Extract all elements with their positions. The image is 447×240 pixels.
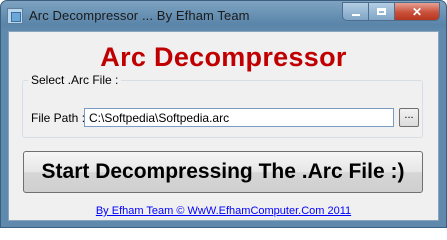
maximize-icon [377,8,386,15]
minimize-button[interactable] [342,2,369,21]
maximize-button[interactable] [369,2,395,21]
main-panel: Arc Decompressor Select .Arc File : File… [8,31,439,221]
window-controls: ✕ [342,2,440,21]
minimize-icon [351,13,360,16]
app-heading: Arc Decompressor [100,42,347,72]
app-window-icon[interactable] [7,8,23,24]
app-window: Arc Decompressor ... By Efham Team ✕ Arc… [0,0,447,228]
footer-link[interactable]: By Efham Team © WwW.EfhamComputer.Com 20… [9,205,438,217]
file-path-label: File Path : [31,111,86,125]
start-decompressing-button[interactable]: Start Decompressing The .Arc File :) [23,151,423,193]
select-file-group-label: Select .Arc File : [28,73,122,87]
close-button[interactable]: ✕ [395,2,440,21]
browse-button[interactable]: ... [399,108,419,127]
title-bar[interactable]: Arc Decompressor ... By Efham Team ✕ [1,1,446,31]
window-title: Arc Decompressor ... By Efham Team [29,8,250,23]
close-icon: ✕ [411,4,423,19]
file-path-input[interactable]: C:\Softpedia\Softpedia.arc [84,108,394,127]
